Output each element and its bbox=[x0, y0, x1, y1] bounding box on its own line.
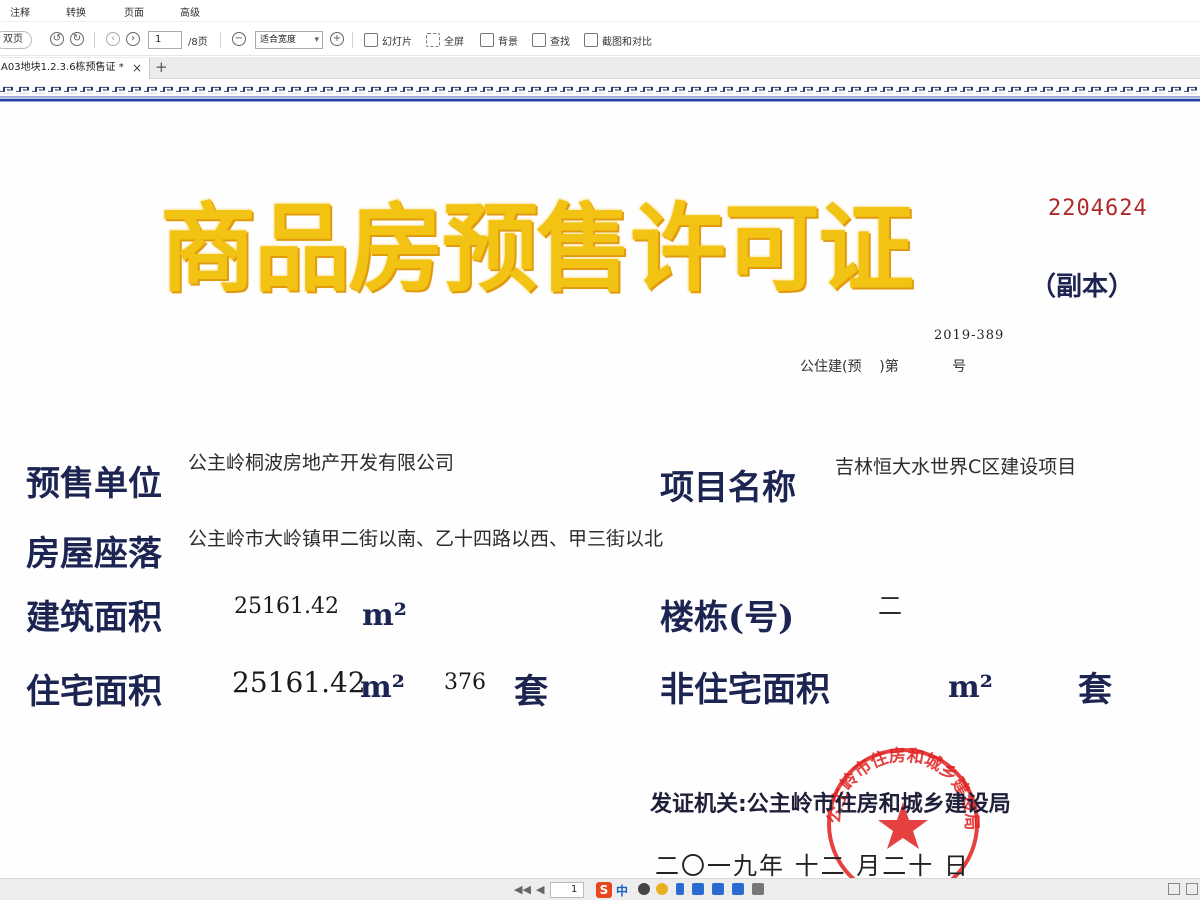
project-name-value: 吉林恒大水世界C区建设项目 bbox=[835, 456, 1077, 478]
menu-page[interactable]: 页面 bbox=[124, 4, 144, 19]
ime-microphone-icon[interactable] bbox=[676, 883, 684, 895]
residential-units-value: 376 bbox=[444, 670, 486, 695]
presale-unit-value: 公主岭桐波房地产开发有限公司 bbox=[188, 452, 455, 474]
fullscreen-button[interactable]: 全屏 bbox=[426, 31, 464, 49]
zoom-select[interactable]: 适合宽度 bbox=[255, 31, 323, 49]
find-label: 查找 bbox=[550, 36, 570, 48]
status-page-input[interactable]: 1 bbox=[550, 882, 584, 898]
menu-convert[interactable]: 转换 bbox=[66, 4, 86, 19]
ime-logo-icon[interactable]: S bbox=[596, 882, 612, 898]
view-mode-button[interactable]: 双页 bbox=[0, 31, 32, 49]
fullscreen-label: 全屏 bbox=[444, 36, 464, 48]
residential-area-label: 住宅面积 bbox=[26, 672, 162, 712]
screenshot-icon bbox=[584, 33, 598, 47]
screenshot-compare-label: 截图和对比 bbox=[602, 36, 652, 48]
prev-page-icon[interactable]: ‹ bbox=[106, 32, 120, 46]
toolbar-divider bbox=[352, 32, 353, 48]
residential-units-unit: 套 bbox=[514, 672, 548, 712]
slideshow-label: 幻灯片 bbox=[382, 36, 412, 48]
issue-date: 二〇一九年 十二 月二十 日 bbox=[655, 852, 970, 878]
certificate-border bbox=[0, 86, 1200, 102]
ime-language-toggle[interactable]: 中 bbox=[616, 882, 628, 899]
toolbar-divider bbox=[94, 32, 95, 48]
next-page-icon[interactable]: › bbox=[126, 32, 140, 46]
certificate-number: 2204624 bbox=[1048, 196, 1148, 221]
non-residential-area-unit: m² bbox=[948, 670, 993, 705]
document-view[interactable]: 2204624 商品房预售许可证 （副本） 2019-389 公住建(预 )第 … bbox=[0, 80, 1200, 878]
background-button[interactable]: 背景 bbox=[480, 31, 518, 49]
fit-width-icon[interactable] bbox=[1186, 883, 1198, 895]
document-tab[interactable]: A03地块1.2.3.6栋预售证 * × bbox=[0, 58, 150, 79]
location-value: 公主岭市大岭镇甲二街以南、乙十四路以西、甲三街以北 bbox=[188, 528, 664, 550]
certificate-year-code: 2019-389 bbox=[934, 328, 1005, 343]
non-residential-units-unit: 套 bbox=[1078, 670, 1112, 710]
ime-punctuation-icon[interactable] bbox=[638, 883, 650, 895]
rotate-right-icon[interactable]: ↻ bbox=[70, 32, 84, 46]
page-number-input[interactable]: 1 bbox=[148, 31, 182, 49]
slideshow-icon bbox=[364, 33, 378, 47]
ime-keyboard-icon[interactable] bbox=[692, 883, 704, 895]
menu-annotate[interactable]: 注释 bbox=[10, 4, 30, 19]
project-name-label: 项目名称 bbox=[660, 468, 796, 508]
menu-bar: 注释 转换 页面 高级 bbox=[0, 0, 1200, 22]
menu-advanced[interactable]: 高级 bbox=[180, 4, 200, 19]
ime-emoji-icon[interactable] bbox=[656, 883, 668, 895]
residential-area-value: 25161.42 bbox=[232, 666, 366, 699]
zoom-out-icon[interactable]: − bbox=[232, 32, 246, 46]
status-bar: ◀◀ ◀ 1 S 中 bbox=[0, 878, 1200, 900]
presale-unit-label: 预售单位 bbox=[26, 464, 162, 504]
fullscreen-icon bbox=[426, 33, 440, 47]
certificate-subtitle: （副本） bbox=[1030, 272, 1135, 302]
tab-bar: A03地块1.2.3.6栋预售证 * × + bbox=[0, 57, 1200, 79]
ime-skin-icon[interactable] bbox=[732, 883, 744, 895]
building-area-label: 建筑面积 bbox=[26, 598, 162, 638]
zoom-in-icon[interactable]: + bbox=[330, 32, 344, 46]
issuing-authority: 发证机关:公主岭市住房和城乡建设局 bbox=[650, 792, 1011, 817]
new-tab-icon[interactable]: + bbox=[155, 58, 168, 76]
building-number-label: 楼栋(号) bbox=[660, 598, 795, 638]
building-area-unit: m² bbox=[362, 598, 407, 633]
slideshow-button[interactable]: 幻灯片 bbox=[364, 31, 412, 49]
rotate-left-icon[interactable]: ↺ bbox=[50, 32, 64, 46]
non-residential-area-label: 非住宅面积 bbox=[660, 670, 830, 710]
first-page-icon[interactable]: ◀◀ bbox=[514, 883, 531, 896]
page-total-label: /8页 bbox=[188, 36, 208, 48]
fit-page-icon[interactable] bbox=[1168, 883, 1180, 895]
find-icon bbox=[532, 33, 546, 47]
screenshot-compare-button[interactable]: 截图和对比 bbox=[584, 31, 652, 49]
find-button[interactable]: 查找 bbox=[532, 31, 570, 49]
ime-toolbox-icon[interactable] bbox=[712, 883, 724, 895]
background-icon bbox=[480, 33, 494, 47]
certificate-title: 商品房预售许可证 bbox=[160, 193, 914, 305]
toolbar-divider bbox=[220, 32, 221, 48]
building-number-value: 二 bbox=[878, 592, 902, 620]
prev-page-status-icon[interactable]: ◀ bbox=[536, 883, 544, 896]
close-icon[interactable]: × bbox=[132, 58, 142, 78]
ime-menu-icon[interactable] bbox=[752, 883, 764, 895]
location-label: 房屋座落 bbox=[26, 534, 162, 574]
background-label: 背景 bbox=[498, 36, 518, 48]
toolbar: 双页 ↺ ↻ ‹ › 1 /8页 − 适合宽度 + 幻灯片 全屏 背景 查找 截… bbox=[0, 22, 1200, 56]
document-tab-title: A03地块1.2.3.6栋预售证 * bbox=[1, 62, 124, 73]
building-area-value: 25161.42 bbox=[234, 594, 339, 619]
residential-area-unit: m² bbox=[360, 670, 405, 705]
certificate-document-prefix: 公住建(预 )第 号 bbox=[800, 359, 967, 375]
